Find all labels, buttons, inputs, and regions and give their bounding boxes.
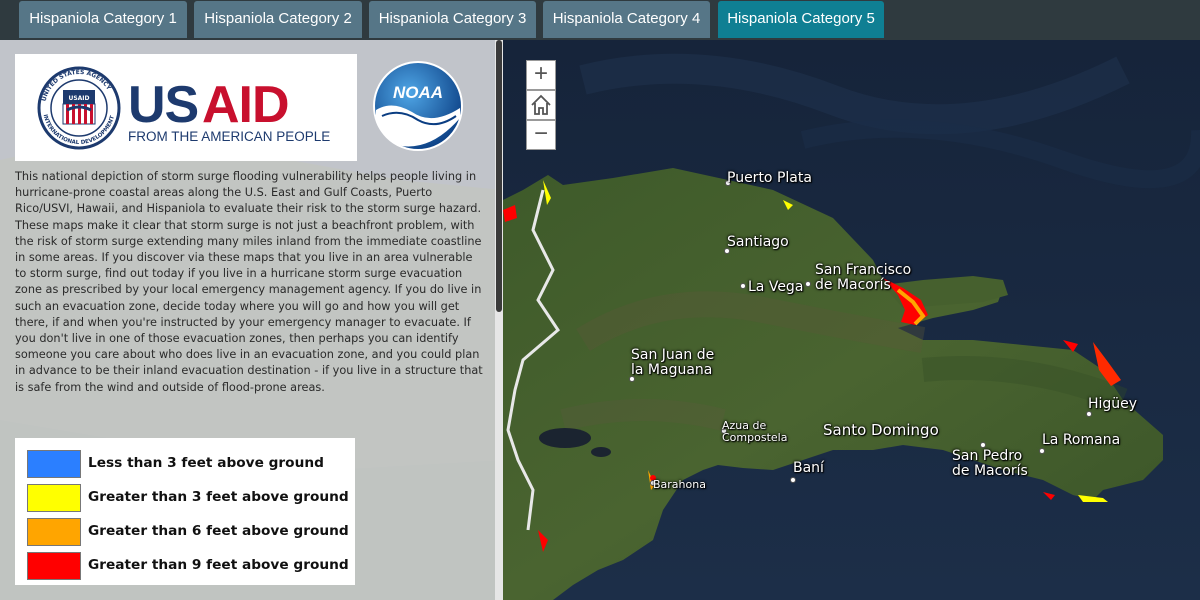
legend-swatch: [27, 552, 81, 580]
svg-text:NOAA: NOAA: [393, 83, 443, 102]
city-dot: [790, 477, 796, 483]
usaid-logo: USAID UNITED STATES AGENCY INTERNATIONAL…: [15, 54, 357, 161]
usaid-seal-icon: USAID UNITED STATES AGENCY INTERNATIONAL…: [37, 66, 330, 150]
info-sidebar: USAID UNITED STATES AGENCY INTERNATIONAL…: [0, 40, 503, 600]
legend-label: Greater than 9 feet above ground: [88, 557, 349, 573]
tab-category-3[interactable]: Hispaniola Category 3: [369, 1, 536, 38]
city-label: San Pedro de Macorís: [952, 448, 1028, 479]
legend-swatch: [27, 450, 81, 478]
svg-text:US: US: [128, 76, 198, 134]
svg-text:FROM THE AMERICAN PEOPLE: FROM THE AMERICAN PEOPLE: [128, 129, 330, 144]
legend-row: Greater than 3 feet above ground: [27, 484, 349, 512]
tab-bar: Hispaniola Category 1 Hispaniola Categor…: [0, 0, 1200, 40]
legend-label: Greater than 3 feet above ground: [88, 489, 349, 505]
surge-map[interactable]: + − Puerto Plata Santiago San Francisco …: [503, 40, 1200, 600]
city-dot: [740, 283, 746, 289]
legend-label: Less than 3 feet above ground: [88, 455, 324, 471]
description-text: This national depiction of storm surge f…: [15, 170, 483, 394]
legend-swatch: [27, 518, 81, 546]
zoom-out-button[interactable]: −: [526, 120, 556, 150]
legend-row: Greater than 9 feet above ground: [27, 552, 349, 580]
legend-label: Greater than 6 feet above ground: [88, 523, 349, 539]
tab-category-5[interactable]: Hispaniola Category 5: [718, 1, 884, 38]
legend-swatch: [27, 484, 81, 512]
sidebar-scrollbar-thumb[interactable]: [496, 40, 502, 312]
city-label: Azua de Compostela: [722, 419, 788, 444]
city-label: Puerto Plata: [727, 170, 812, 186]
city-label-capital: Santo Domingo: [823, 421, 939, 439]
city-label: Barahona: [653, 478, 706, 491]
home-icon: [531, 94, 551, 115]
svg-text:USAID: USAID: [68, 95, 89, 102]
tab-category-4[interactable]: Hispaniola Category 4: [543, 1, 710, 38]
surge-legend: Less than 3 feet above ground Greater th…: [15, 438, 355, 585]
zoom-in-button[interactable]: +: [526, 60, 556, 90]
city-label: San Juan de la Maguana: [631, 347, 715, 378]
satellite-map-layer: [503, 40, 1200, 600]
city-dot: [1039, 448, 1045, 454]
city-label: Higüey: [1088, 396, 1138, 412]
legend-row: Greater than 6 feet above ground: [27, 518, 349, 546]
city-label: Baní: [793, 460, 824, 476]
city-label: Santiago: [727, 234, 789, 250]
noaa-logo: NOAA: [372, 60, 464, 152]
tab-category-1[interactable]: Hispaniola Category 1: [19, 1, 187, 38]
city-label: La Romana: [1042, 432, 1121, 448]
city-label: San Francisco de Macorís: [815, 262, 912, 293]
noaa-emblem-icon: NOAA: [373, 61, 463, 151]
city-label: La Vega: [748, 279, 804, 295]
tab-category-2[interactable]: Hispaniola Category 2: [194, 1, 362, 38]
city-dot: [805, 281, 811, 287]
svg-text:AID: AID: [202, 76, 289, 134]
legend-row: Less than 3 feet above ground: [27, 450, 347, 478]
home-button[interactable]: [526, 90, 556, 120]
